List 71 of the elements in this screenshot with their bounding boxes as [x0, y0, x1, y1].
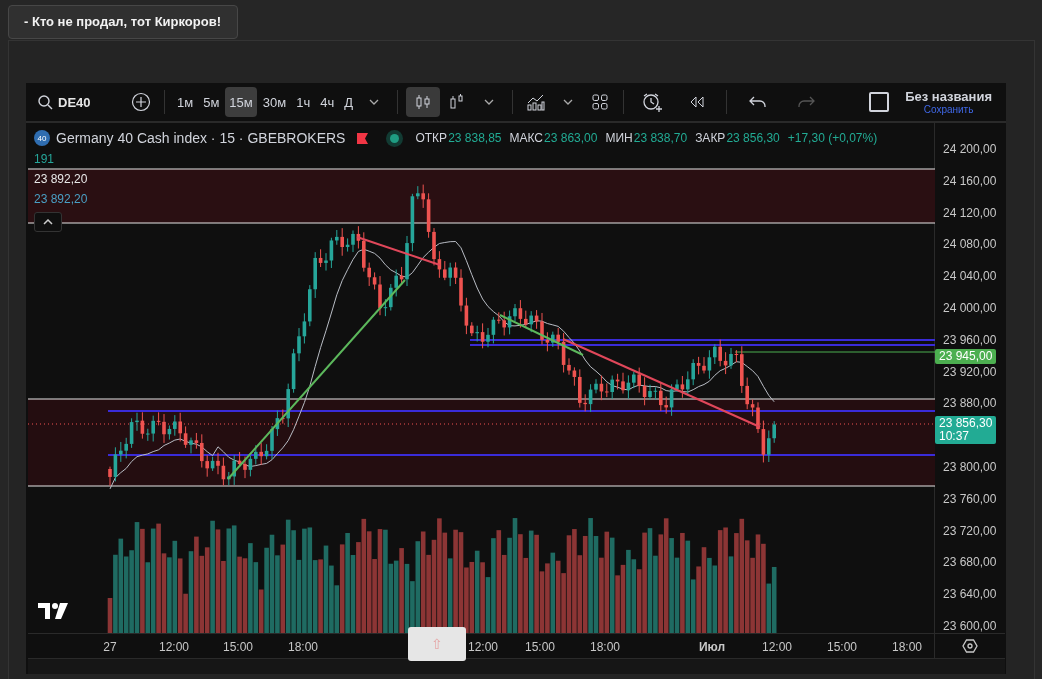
price-label: 24 200,00 — [943, 143, 997, 156]
chevron-down-icon[interactable] — [563, 99, 573, 105]
symbol-title[interactable]: Germany 40 Cash index · 15 · GBEBROKERS — [56, 130, 346, 146]
price-label: 23 640,00 — [943, 588, 997, 602]
symbol-search[interactable]: DE40 — [32, 90, 124, 114]
post-title: - Кто не продал, тот Киркоров! — [8, 5, 238, 39]
price-label: 23 720,00 — [943, 524, 997, 538]
ohlc-value: 23 838,70 — [633, 131, 688, 145]
price-label: 23 920,00 — [943, 365, 997, 379]
layout-name[interactable]: Без названия — [905, 89, 992, 104]
price-label: 24 120,00 — [943, 206, 997, 220]
price-label: 24 000,00 — [943, 302, 997, 315]
interval-button[interactable]: Д — [340, 87, 357, 117]
ohlc-label: МАКС — [509, 131, 544, 145]
time-label: 12:00 — [468, 640, 498, 654]
ohlc-value: 23 856,30 — [726, 131, 780, 145]
price-label: 24 160,00 — [943, 174, 997, 188]
search-icon — [38, 94, 53, 110]
ohlc-label: ЗАКР — [695, 131, 726, 145]
symbol-badge: 40 — [34, 130, 50, 146]
flag-icon[interactable] — [357, 132, 369, 144]
price-change: +17,30 (+0,07%) — [787, 131, 878, 145]
plus-circle-icon — [131, 92, 151, 112]
price-label: 23 680,00 — [943, 556, 997, 570]
undo-icon — [749, 96, 767, 108]
indicator-value: 23 892,20 — [34, 172, 89, 186]
price-label: 23 960,00 — [943, 333, 997, 347]
collapse-button[interactable] — [34, 212, 62, 232]
settings-icon[interactable] — [962, 638, 978, 654]
time-label: 12:00 — [159, 640, 189, 654]
chevron-up-icon — [43, 219, 53, 225]
price-label: 23 760,00 — [943, 492, 997, 506]
chevron-down-icon[interactable] — [369, 99, 379, 105]
interval-button[interactable]: 1ч — [292, 87, 315, 117]
checkbox[interactable] — [869, 92, 890, 112]
price-label: 23 880,00 — [943, 397, 997, 411]
ohlc-value: 23 838,85 — [448, 131, 502, 145]
price-label: 23 600,00 — [943, 620, 997, 633]
volume-value: 191 — [34, 152, 56, 166]
interval-button[interactable]: 30м — [258, 87, 291, 117]
save-link[interactable]: Сохранить — [923, 104, 974, 115]
time-label: Июл — [698, 640, 726, 654]
ohlc-label: ОТКР — [415, 131, 448, 145]
time-label: 15:00 — [827, 640, 857, 654]
interval-button[interactable]: 1м — [173, 87, 198, 117]
indicator-value: 23 892,20 — [34, 192, 89, 206]
redo-icon — [797, 96, 815, 108]
candles-button[interactable] — [406, 87, 440, 117]
chart-icon — [526, 93, 546, 111]
time-label: 18:00 — [288, 640, 318, 654]
interval-button[interactable]: 5м — [199, 87, 224, 117]
price-tag: 23 856,30 10:37 — [935, 416, 997, 444]
interval-button[interactable]: 15м — [225, 87, 257, 117]
price-label: 23 800,00 — [943, 461, 997, 474]
price-label: 24 040,00 — [943, 270, 997, 284]
status-dot-icon — [390, 133, 400, 143]
time-label: 27 — [103, 640, 117, 654]
time-label: 12:00 — [762, 640, 792, 654]
interval-button[interactable]: 4ч — [316, 87, 339, 117]
ohlc-value: 23 863,00 — [544, 131, 598, 145]
ohlc-label: МИН — [605, 131, 633, 145]
chevron-down-icon[interactable] — [484, 99, 494, 105]
time-label: 15:00 — [525, 640, 555, 654]
time-label: 18:00 — [590, 640, 620, 654]
price-label: 24 080,00 — [943, 238, 997, 252]
bar-style-icon — [448, 93, 466, 111]
price-tag: 23 945,00 — [935, 349, 997, 364]
time-label: 18:00 — [892, 640, 922, 654]
logo-icon — [38, 601, 70, 621]
time-label: 15:00 — [223, 640, 253, 654]
candles-icon — [414, 93, 432, 111]
